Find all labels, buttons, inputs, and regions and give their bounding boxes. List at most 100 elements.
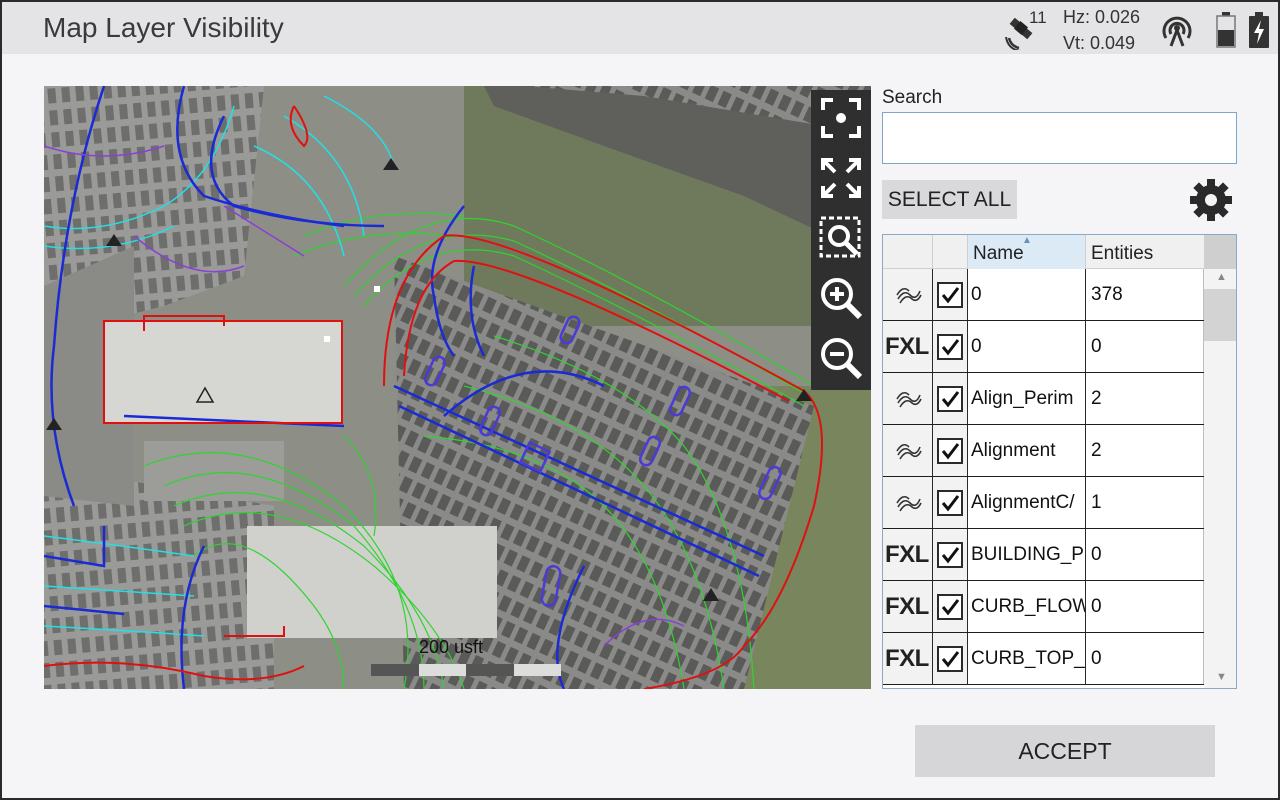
visibility-checkbox[interactable] xyxy=(937,490,963,516)
table-scrollbar[interactable]: ▲ ▼ xyxy=(1204,269,1236,688)
zoom-window-icon[interactable] xyxy=(817,214,865,262)
aerial-map-linework xyxy=(44,86,871,689)
table-row[interactable]: AlignmentC/1 xyxy=(883,477,1204,529)
header-corner xyxy=(1204,235,1236,269)
entities-column-label: Entities xyxy=(1091,243,1154,264)
checkmark-icon xyxy=(941,495,960,512)
fxl-type-label: FXL xyxy=(885,333,929,360)
gear-icon[interactable] xyxy=(1188,177,1234,223)
page-title: Map Layer Visibility xyxy=(43,12,284,43)
visibility-checkbox[interactable] xyxy=(937,542,963,568)
zoom-out-icon[interactable] xyxy=(817,334,865,382)
checkmark-icon xyxy=(941,599,960,616)
scale-label: 200 usft xyxy=(419,637,484,657)
entity-count: 0 xyxy=(1086,321,1204,372)
table-row[interactable]: FXL 0 0 xyxy=(883,321,1204,373)
layer-name: 0 xyxy=(968,269,1086,320)
layer-name: BUILDING_P xyxy=(968,529,1086,580)
alignment-line-icon xyxy=(896,287,922,304)
visibility-checkbox[interactable] xyxy=(937,282,963,308)
layer-name: AlignmentC/ xyxy=(968,477,1086,528)
scale-bar xyxy=(371,664,561,676)
visibility-cell xyxy=(933,425,968,476)
fxl-type-label: FXL xyxy=(885,541,929,568)
name-column-label: Name xyxy=(973,243,1024,264)
alignment-line-icon xyxy=(896,443,922,460)
map-toolbar xyxy=(811,90,871,390)
checkmark-icon xyxy=(941,443,960,460)
layer-name: Alignment xyxy=(968,425,1086,476)
table-row[interactable]: 0 378 xyxy=(883,269,1204,321)
entities-column-header[interactable]: Entities xyxy=(1086,235,1204,269)
visibility-cell xyxy=(933,529,968,580)
zoom-in-icon[interactable] xyxy=(817,274,865,322)
visibility-checkbox[interactable] xyxy=(937,438,963,464)
layer-type-cell xyxy=(883,269,933,320)
accept-button[interactable]: ACCEPT xyxy=(915,725,1215,777)
layer-type-cell: FXL xyxy=(883,529,933,580)
fxl-type-label: FXL xyxy=(885,645,929,672)
entity-count: 0 xyxy=(1086,633,1204,684)
layer-table: ▲ Name Entities 0 378 FXL 0 0 Align_Perim 2 Ali… xyxy=(882,234,1237,689)
alignment-line-icon xyxy=(896,495,922,512)
table-row[interactable]: FXL BUILDING_P 0 xyxy=(883,529,1204,581)
battery-icon xyxy=(1216,12,1236,48)
layer-type-cell: FXL xyxy=(883,633,933,684)
scroll-up-icon[interactable]: ▲ xyxy=(1216,271,1227,283)
visibility-checkbox[interactable] xyxy=(937,646,963,672)
visibility-cell xyxy=(933,633,968,684)
type-column-header xyxy=(883,235,933,269)
entity-count: 0 xyxy=(1086,581,1204,632)
zoom-extents-icon[interactable] xyxy=(817,154,865,202)
title-bar: Map Layer Visibility 11 Hz: 0.026 Vt: 0.… xyxy=(2,2,1278,54)
visibility-cell xyxy=(933,477,968,528)
checkmark-icon xyxy=(941,391,960,408)
entity-count: 378 xyxy=(1086,269,1204,320)
alignment-line-icon xyxy=(896,391,922,408)
search-input[interactable] xyxy=(882,112,1237,164)
visibility-checkbox[interactable] xyxy=(937,594,963,620)
scrollbar-thumb[interactable] xyxy=(1204,289,1236,341)
layer-name: CURB_TOP_ xyxy=(968,633,1086,684)
search-label: Search xyxy=(882,87,943,108)
layer-name: 0 xyxy=(968,321,1086,372)
table-header: ▲ Name Entities xyxy=(883,235,1204,269)
center-location-icon[interactable] xyxy=(817,94,865,142)
scroll-down-icon[interactable]: ▼ xyxy=(1216,671,1227,683)
visibility-checkbox[interactable] xyxy=(937,334,963,360)
layer-type-cell xyxy=(883,373,933,424)
entity-count: 2 xyxy=(1086,425,1204,476)
layer-name: CURB_FLOW xyxy=(968,581,1086,632)
checkmark-icon xyxy=(941,339,960,356)
hz-precision: Hz: 0.026 xyxy=(1063,7,1141,27)
name-column-header[interactable]: ▲ Name xyxy=(968,235,1086,269)
visibility-column-header xyxy=(933,235,968,269)
radio-signal-icon xyxy=(1162,16,1192,47)
layer-type-cell xyxy=(883,425,933,476)
entity-count: 2 xyxy=(1086,373,1204,424)
visibility-cell xyxy=(933,581,968,632)
checkmark-icon xyxy=(941,547,960,564)
satellite-count: 11 xyxy=(1029,8,1047,27)
layer-type-cell: FXL xyxy=(883,581,933,632)
table-row[interactable]: FXL CURB_TOP_ 0 xyxy=(883,633,1204,685)
charging-bolt-icon xyxy=(1249,12,1269,48)
vt-precision: Vt: 0.049 xyxy=(1063,33,1136,53)
layer-type-cell xyxy=(883,477,933,528)
checkmark-icon xyxy=(941,651,960,668)
visibility-checkbox[interactable] xyxy=(937,386,963,412)
layer-name: Align_Perim xyxy=(968,373,1086,424)
checkmark-icon xyxy=(941,287,960,304)
entity-count: 0 xyxy=(1086,529,1204,580)
table-row[interactable]: FXL CURB_FLOW 0 xyxy=(883,581,1204,633)
fxl-type-label: FXL xyxy=(885,593,929,620)
table-row[interactable]: Alignment 2 xyxy=(883,425,1204,477)
visibility-cell xyxy=(933,269,968,320)
map-view[interactable]: 200 usft xyxy=(44,86,871,689)
layer-type-cell: FXL xyxy=(883,321,933,372)
visibility-cell xyxy=(933,321,968,372)
visibility-cell xyxy=(933,373,968,424)
select-all-button[interactable]: SELECT ALL xyxy=(882,180,1017,219)
table-row[interactable]: Align_Perim 2 xyxy=(883,373,1204,425)
entity-count: 1 xyxy=(1086,477,1204,528)
